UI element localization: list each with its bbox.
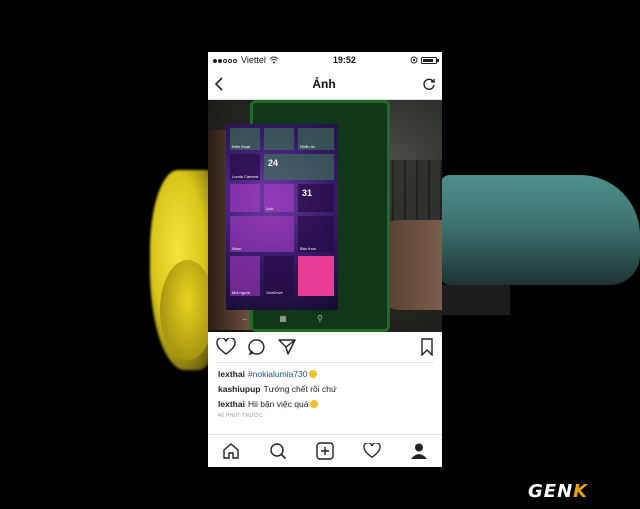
comment-list: lexthai #nokialumia730 kashiupup Tướng chế…: [208, 363, 442, 419]
clock: 19:52: [332, 55, 356, 65]
comment-text: Hii bận việc quá: [247, 399, 309, 409]
wifi-icon: [269, 56, 279, 64]
profile-icon[interactable]: [410, 442, 428, 460]
comment-icon[interactable]: [248, 338, 266, 356]
battery-level: [422, 58, 433, 62]
lock-rotation-icon: [410, 56, 418, 64]
home-icon[interactable]: [222, 442, 240, 460]
emoji-icon: [310, 399, 319, 408]
dark-strip: [440, 285, 510, 315]
battery-icon: [420, 56, 439, 64]
tile-messages: Nhắn tin: [298, 128, 334, 150]
yellow-flower-lower: [160, 260, 215, 360]
tile-windows: [230, 184, 260, 212]
windows-logo-icon: ▦: [279, 313, 287, 323]
phone-screen: Viettel 19:52 Ảnh Điện thoại Nhắn tin Lu…: [208, 52, 442, 467]
share-icon[interactable]: [278, 338, 296, 356]
tab-bar: [208, 434, 442, 467]
lumia-nav-bar: ← ▦ ⚲: [226, 312, 338, 324]
comment-user[interactable]: lexthai: [218, 369, 245, 379]
carrier-label: Viettel: [241, 55, 266, 65]
search-glyph-icon: ⚲: [317, 313, 323, 323]
tile-calendar: Lịch: [264, 184, 294, 212]
teal-object: [440, 175, 640, 285]
comment-user[interactable]: kashiupup: [218, 384, 261, 394]
comment-text: Tướng chết rồi chứ: [263, 384, 337, 394]
tile-onedrive: OneDrive: [264, 256, 294, 296]
comment: lexthai Hii bận việc quá: [218, 397, 432, 412]
add-post-icon[interactable]: [316, 442, 334, 460]
timestamp: 46 PHÚT TRƯỚC: [218, 413, 263, 419]
tile-people: Mọi người: [230, 256, 260, 296]
status-bar: Viettel 19:52: [208, 52, 442, 68]
tile-date: 24: [264, 154, 334, 180]
post-actions: [208, 332, 442, 362]
hashtag-link[interactable]: #nokialumia730: [248, 369, 308, 379]
page-title: Ảnh: [312, 76, 336, 91]
tile-31: 31: [298, 184, 334, 212]
tile-music: Nhạc: [230, 216, 294, 252]
comment-user[interactable]: lexthai: [218, 399, 245, 409]
activity-heart-icon[interactable]: [363, 443, 381, 459]
signal-dots-icon: [213, 55, 238, 65]
bookmark-icon[interactable]: [420, 338, 434, 356]
emoji-icon: [309, 369, 318, 378]
genk-logo: GENK: [528, 481, 589, 502]
refresh-icon[interactable]: [422, 77, 436, 91]
back-arrow-icon: ←: [241, 313, 250, 323]
tile-phone: Điện thoại: [230, 128, 260, 150]
search-icon[interactable]: [269, 442, 287, 460]
nav-bar: Ảnh: [208, 68, 442, 100]
tile-photo: [264, 128, 294, 150]
tile-picsart: [298, 256, 334, 296]
lumia-screen: Điện thoại Nhắn tin Lumia Camera 24 Lịch…: [226, 124, 338, 310]
post-photo[interactable]: Điện thoại Nhắn tin Lumia Camera 24 Lịch…: [208, 100, 442, 332]
heart-icon[interactable]: [216, 338, 236, 356]
comment: kashiupup Tướng chết rồi chứ: [218, 382, 432, 397]
comment: lexthai #nokialumia730: [218, 367, 432, 382]
tile-camera: Lumia Camera: [230, 154, 260, 180]
chevron-left-icon[interactable]: [214, 76, 226, 91]
tile-alarms: Báo thức: [298, 216, 334, 252]
